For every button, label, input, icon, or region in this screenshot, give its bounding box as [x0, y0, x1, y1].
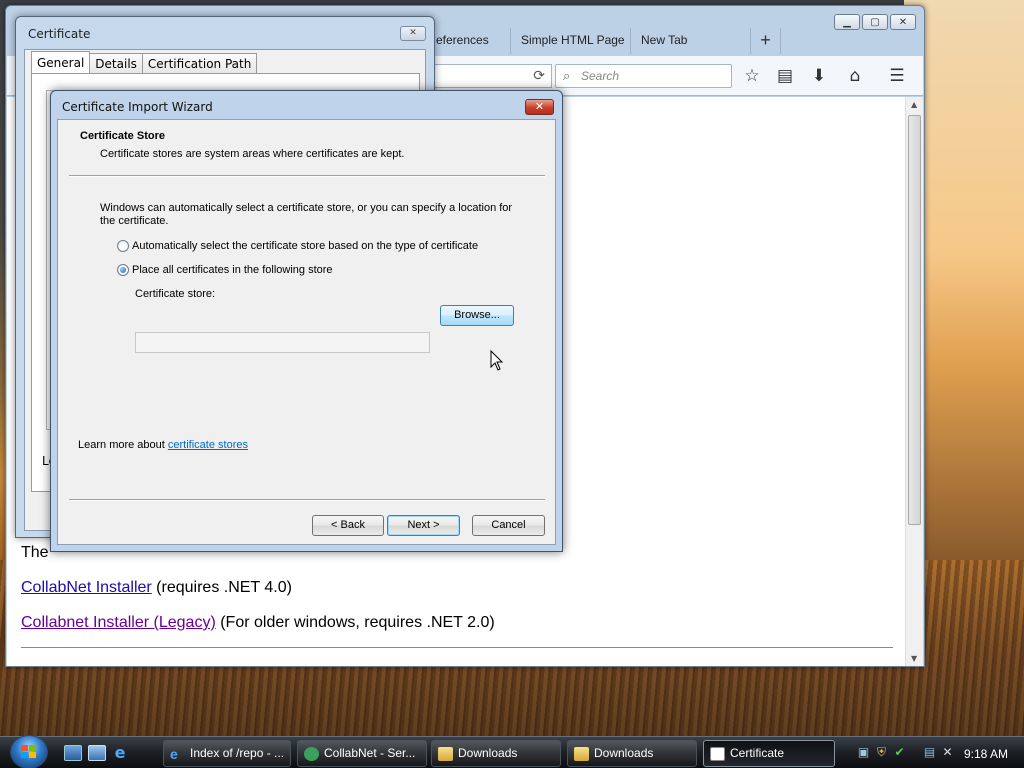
volume-muted-icon[interactable]: ✕: [940, 745, 955, 760]
wizard-title: Certificate Import Wizard: [62, 100, 213, 114]
scroll-up-icon[interactable]: ▲: [911, 100, 917, 109]
taskbar: e e Index of /repo - ... CollabNet - Ser…: [0, 735, 1024, 768]
next-button[interactable]: Next >: [387, 515, 460, 536]
tab-certification-path[interactable]: Certification Path: [141, 53, 258, 73]
scrollbar-thumb[interactable]: [908, 115, 921, 525]
windows-logo-icon: [21, 745, 36, 758]
legacy-installer-note: (For older windows, requires .NET 2.0): [215, 614, 495, 631]
folder-icon: [438, 747, 453, 761]
learn-more-line: Learn more about certificate stores: [78, 439, 248, 451]
bookmark-star-icon[interactable]: ☆: [739, 64, 765, 88]
installer-note: (requires .NET 4.0): [151, 579, 292, 596]
taskbar-label: Downloads: [594, 746, 654, 760]
security-shield-icon[interactable]: ⛨: [874, 745, 889, 760]
wizard-close-button[interactable]: ✕: [525, 99, 554, 115]
collabnet-legacy-installer-link[interactable]: Collabnet Installer (Legacy): [21, 614, 216, 631]
header-separator: [69, 175, 545, 177]
show-desktop-icon[interactable]: [64, 745, 82, 761]
divider: [21, 647, 893, 648]
minimize-button[interactable]: ▁: [834, 14, 860, 30]
radio-auto-select-label[interactable]: Automatically select the certificate sto…: [132, 240, 478, 252]
tab-general[interactable]: General: [31, 51, 91, 73]
browse-button[interactable]: Browse...: [440, 305, 514, 326]
taskbar-button-downloads-2[interactable]: Downloads: [567, 740, 697, 767]
reload-icon[interactable]: ⟳: [533, 68, 545, 84]
legacy-installer-line: Collabnet Installer (Legacy) (For older …: [21, 614, 495, 632]
tab-details[interactable]: Details: [89, 53, 143, 73]
vertical-scrollbar[interactable]: ▲ ▼: [905, 97, 923, 666]
radio-place-in-store[interactable]: [117, 264, 129, 276]
certificate-store-label: Certificate store:: [135, 288, 216, 300]
certificate-import-wizard: Certificate Import Wizard ✕ Certificate …: [50, 90, 563, 552]
maximize-button[interactable]: ▢: [862, 14, 888, 30]
taskbar-button-downloads-1[interactable]: Downloads: [431, 740, 561, 767]
footer-separator: [69, 499, 545, 501]
browser-tab-simple-html-page[interactable]: Simple HTML Page: [511, 28, 631, 54]
certificate-tabs: General Details Certification Path: [31, 51, 258, 73]
system-tray: ▣ ⛨ ✔ ▤ ✕ 9:18 AM: [852, 741, 1024, 767]
back-button[interactable]: < Back: [312, 515, 384, 536]
close-window-button[interactable]: ✕: [890, 14, 916, 30]
start-button[interactable]: [10, 735, 48, 768]
certificate-window-title: Certificate: [28, 27, 91, 41]
certificate-store-field[interactable]: [135, 332, 430, 353]
partial-text: The: [21, 544, 49, 561]
radio-place-in-store-label[interactable]: Place all certificates in the following …: [132, 264, 333, 276]
wizard-description-line2: the certificate.: [100, 215, 169, 227]
collabnet-installer-link[interactable]: CollabNet Installer: [21, 579, 152, 596]
search-placeholder: Search: [581, 69, 620, 83]
search-icon: ⌕: [563, 68, 571, 83]
browser-caption-buttons: ▁ ▢ ✕: [834, 14, 916, 30]
checkmark-icon[interactable]: ✔: [892, 745, 907, 760]
mouse-cursor-icon: [490, 350, 504, 371]
browser-tab-strip: eferences Simple HTML Page New Tab +: [426, 28, 781, 54]
search-input[interactable]: ⌕ Search: [555, 64, 732, 88]
home-icon[interactable]: ⌂: [842, 64, 868, 88]
wizard-body: Certificate Store Certificate stores are…: [57, 119, 556, 545]
clock[interactable]: 9:18 AM: [964, 747, 1008, 761]
menu-icon[interactable]: ☰: [884, 64, 910, 88]
browser-tab-new-tab[interactable]: New Tab: [631, 28, 751, 54]
collabnet-icon: [304, 747, 319, 761]
certificate-icon: [710, 747, 725, 761]
radio-auto-select[interactable]: [117, 240, 129, 252]
ie-icon: e: [170, 746, 178, 762]
wizard-description-line1: Windows can automatically select a certi…: [100, 202, 513, 214]
network-icon[interactable]: ▤: [922, 745, 937, 760]
taskbar-button-collabnet[interactable]: CollabNet - Ser...: [297, 740, 427, 767]
network-monitor-icon[interactable]: ▣: [856, 745, 871, 760]
taskbar-button-index-of-repo[interactable]: e Index of /repo - ...: [163, 740, 291, 767]
certificate-stores-link[interactable]: certificate stores: [168, 439, 248, 451]
switch-windows-icon[interactable]: [88, 745, 106, 761]
scroll-down-icon[interactable]: ▼: [911, 654, 917, 663]
installer-line: CollabNet Installer (requires .NET 4.0): [21, 579, 292, 597]
browser-tab-references[interactable]: eferences: [426, 28, 511, 54]
taskbar-label: CollabNet - Ser...: [324, 746, 416, 760]
taskbar-label: Downloads: [458, 746, 518, 760]
taskbar-button-certificate[interactable]: Certificate: [703, 740, 835, 767]
taskbar-label: Certificate: [730, 746, 785, 760]
new-tab-button[interactable]: +: [751, 28, 781, 54]
taskbar-label: Index of /repo - ...: [190, 746, 285, 760]
ie-quicklaunch-icon[interactable]: e: [111, 745, 129, 761]
certificate-close-button[interactable]: ✕: [400, 26, 426, 41]
reading-list-icon[interactable]: ▤: [772, 64, 798, 88]
wizard-header-subtitle: Certificate stores are system areas wher…: [100, 148, 405, 160]
folder-icon: [574, 747, 589, 761]
cancel-button[interactable]: Cancel: [472, 515, 545, 536]
learn-more-prefix: Learn more about: [78, 439, 168, 451]
url-bar[interactable]: ⟳: [432, 64, 552, 88]
download-icon[interactable]: ⬇: [806, 64, 832, 88]
wizard-header-title: Certificate Store: [80, 130, 165, 142]
